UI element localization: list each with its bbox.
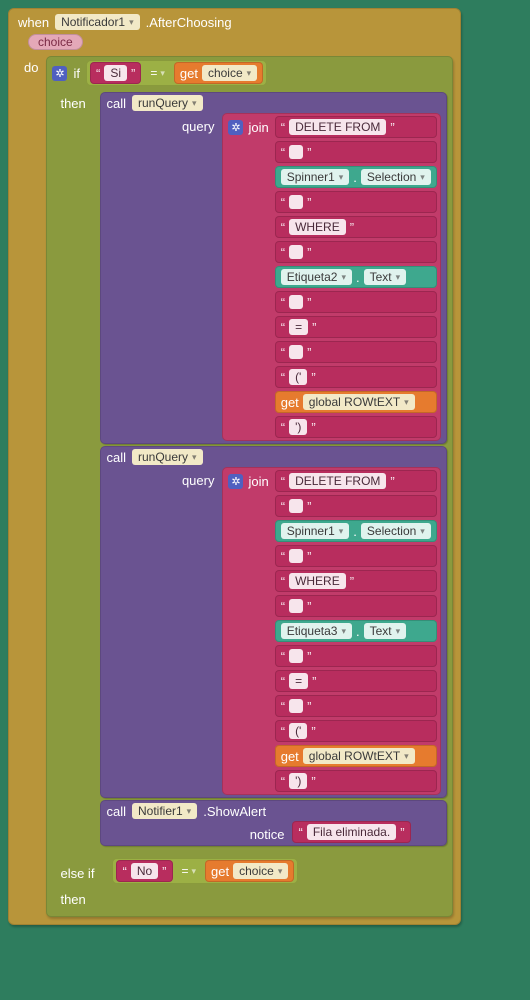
component-dropdown[interactable]: Spinner1▾ (281, 523, 350, 539)
event-handler: .AfterChoosing (146, 15, 232, 30)
gear-icon[interactable]: ✲ (52, 66, 67, 81)
component-property[interactable]: Spinner1▾.Selection▾ (275, 520, 437, 542)
equals-op[interactable]: =▾ (177, 864, 202, 878)
property-dropdown[interactable]: Text▾ (364, 269, 407, 285)
call-suffix: .ShowAlert (203, 804, 266, 819)
text-literal[interactable]: “DELETE FROM” (275, 470, 437, 492)
component-property[interactable]: Etiqueta2▾.Text▾ (275, 266, 437, 288)
elseif-label: else if (60, 862, 104, 881)
text-literal[interactable]: “ Fila eliminada. ” (292, 821, 410, 843)
caret-icon: ▾ (129, 17, 134, 28)
call-block[interactable]: call runQuery▾ query ✲ joi (100, 92, 446, 444)
component-property[interactable]: Spinner1▾.Selection▾ (275, 166, 437, 188)
text-literal[interactable]: “('” (275, 720, 437, 742)
get-var-dropdown[interactable]: choice▾ (202, 65, 257, 81)
text-literal[interactable]: “')” (275, 770, 437, 792)
get-var-dropdown[interactable]: choice▾ (233, 863, 288, 879)
if-condition: “ Si ” =▾ get choice▾ (86, 60, 267, 86)
text-literal[interactable]: “WHERE” (275, 216, 437, 238)
text-literal[interactable]: “')” (275, 416, 437, 438)
component-property[interactable]: Etiqueta3▾.Text▾ (275, 620, 437, 642)
get-block[interactable]: get choice▾ (205, 860, 294, 882)
get-var-dropdown[interactable]: global ROWtEXT▾ (303, 394, 415, 410)
event-component-dropdown[interactable]: Notificador1▾ (55, 14, 140, 30)
text-literal[interactable]: “” (275, 291, 437, 313)
text-literal[interactable]: “” (275, 241, 437, 263)
event-param[interactable]: choice (28, 34, 83, 50)
join-block[interactable]: ✲ join “DELETE FROM” “” Spinner1▾.Selectio… (222, 113, 440, 441)
property-dropdown[interactable]: Text▾ (364, 623, 407, 639)
text-literal[interactable]: “DELETE FROM” (275, 116, 437, 138)
text-literal[interactable]: “=” (275, 316, 437, 338)
elseif-condition: “ No ” =▾ get choice▾ (112, 858, 298, 884)
get-block[interactable]: getglobal ROWtEXT▾ (275, 745, 437, 767)
text-literal[interactable]: “” (275, 545, 437, 567)
arg-label: query (182, 467, 217, 488)
text-literal[interactable]: “” (275, 341, 437, 363)
component-dropdown[interactable]: Etiqueta2▾ (281, 269, 352, 285)
join-keyword: join (248, 120, 268, 135)
gear-icon[interactable]: ✲ (228, 474, 243, 489)
call-proc-dropdown[interactable]: runQuery▾ (132, 449, 203, 465)
call-keyword: call (106, 96, 126, 111)
gear-icon[interactable]: ✲ (228, 120, 243, 135)
arg-label: notice (250, 821, 287, 842)
text-literal[interactable]: “” (275, 695, 437, 717)
component-dropdown[interactable]: Spinner1▾ (281, 169, 350, 185)
get-block[interactable]: get choice▾ (174, 62, 263, 84)
call-keyword: call (106, 804, 126, 819)
equals-op[interactable]: =▾ (145, 66, 170, 80)
get-block[interactable]: getglobal ROWtEXT▾ (275, 391, 437, 413)
then-label: then (60, 888, 92, 907)
text-literal[interactable]: “('” (275, 366, 437, 388)
arg-label: query (182, 113, 217, 134)
text-literal[interactable]: “ Si ” (90, 62, 141, 84)
join-block[interactable]: ✲ join “DELETE FROM” “” Spinner1▾.Selectio… (222, 467, 440, 795)
call-block[interactable]: call runQuery▾ query ✲ joi (100, 446, 446, 798)
text-literal[interactable]: “” (275, 595, 437, 617)
property-dropdown[interactable]: Selection▾ (361, 523, 431, 539)
text-literal[interactable]: “” (275, 191, 437, 213)
event-block[interactable]: when Notificador1▾ .AfterChoosing choice… (8, 8, 461, 925)
call-proc-dropdown[interactable]: runQuery▾ (132, 95, 203, 111)
join-keyword: join (248, 474, 268, 489)
then-label: then (60, 92, 92, 111)
when-keyword: when (18, 15, 49, 30)
property-dropdown[interactable]: Selection▾ (361, 169, 431, 185)
text-literal[interactable]: “” (275, 645, 437, 667)
text-literal[interactable]: “” (275, 141, 437, 163)
then-body: call runQuery▾ query ✲ joi (100, 92, 446, 848)
if-block[interactable]: ✲ if “ Si ” =▾ get (46, 56, 452, 917)
text-literal[interactable]: “” (275, 495, 437, 517)
do-label: do (24, 56, 38, 75)
text-literal[interactable]: “WHERE” (275, 570, 437, 592)
call-block[interactable]: call Notifier1▾ .ShowAlert notice “ (100, 800, 446, 846)
text-literal[interactable]: “=” (275, 670, 437, 692)
call-keyword: call (106, 450, 126, 465)
text-literal[interactable]: “ No ” (116, 860, 172, 882)
component-dropdown[interactable]: Etiqueta3▾ (281, 623, 352, 639)
get-var-dropdown[interactable]: global ROWtEXT▾ (303, 748, 415, 764)
if-keyword: if (73, 66, 80, 81)
call-proc-dropdown[interactable]: Notifier1▾ (132, 803, 197, 819)
